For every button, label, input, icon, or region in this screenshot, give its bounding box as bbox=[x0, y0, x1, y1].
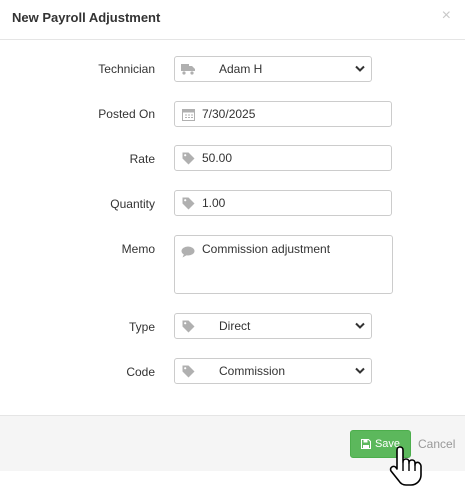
type-row: Type Direct bbox=[0, 313, 465, 339]
memo-row: Memo Commission adjustment bbox=[0, 235, 465, 294]
dialog-header: New Payroll Adjustment × bbox=[0, 0, 465, 40]
tag-icon bbox=[181, 364, 195, 378]
posted-on-label: Posted On bbox=[98, 107, 155, 121]
technician-row: Technician Adam H bbox=[0, 56, 465, 82]
quantity-value: 1.00 bbox=[202, 196, 226, 210]
technician-value: Adam H bbox=[219, 62, 263, 76]
memo-label: Memo bbox=[121, 242, 155, 256]
type-select[interactable]: Direct bbox=[174, 313, 372, 339]
save-icon bbox=[360, 439, 371, 449]
rate-value: 50.00 bbox=[202, 151, 233, 165]
technician-label: Technician bbox=[98, 62, 155, 76]
posted-on-row: Posted On 7/30/2025 bbox=[0, 101, 465, 127]
technician-select[interactable]: Adam H bbox=[174, 56, 372, 82]
memo-value: Commission adjustment bbox=[202, 242, 331, 256]
posted-on-input[interactable]: 7/30/2025 bbox=[174, 101, 392, 127]
comment-icon bbox=[181, 245, 195, 259]
tag-icon bbox=[181, 196, 195, 210]
posted-on-value: 7/30/2025 bbox=[202, 107, 256, 121]
quantity-row: Quantity 1.00 bbox=[0, 190, 465, 216]
code-value: Commission bbox=[219, 364, 286, 378]
memo-textarea[interactable]: Commission adjustment bbox=[174, 235, 393, 294]
code-label: Code bbox=[126, 365, 155, 379]
chevron-down-icon bbox=[355, 322, 365, 329]
tag-icon bbox=[181, 151, 195, 165]
rate-row: Rate 50.00 bbox=[0, 145, 465, 171]
hand-pointer-icon bbox=[389, 446, 422, 486]
tag-icon bbox=[181, 319, 195, 333]
type-label: Type bbox=[128, 320, 155, 334]
chevron-down-icon bbox=[355, 367, 365, 374]
type-value: Direct bbox=[219, 319, 251, 333]
calendar-icon bbox=[181, 107, 195, 121]
close-icon[interactable]: × bbox=[442, 7, 451, 25]
truck-icon bbox=[181, 62, 195, 76]
cancel-link[interactable]: Cancel bbox=[418, 437, 455, 451]
rate-label: Rate bbox=[129, 152, 155, 166]
quantity-label: Quantity bbox=[110, 197, 155, 211]
code-row: Code Commission bbox=[0, 358, 465, 384]
quantity-input[interactable]: 1.00 bbox=[174, 190, 392, 216]
chevron-down-icon bbox=[355, 65, 365, 72]
code-select[interactable]: Commission bbox=[174, 358, 372, 384]
rate-input[interactable]: 50.00 bbox=[174, 145, 392, 171]
dialog-title: New Payroll Adjustment bbox=[12, 10, 161, 25]
